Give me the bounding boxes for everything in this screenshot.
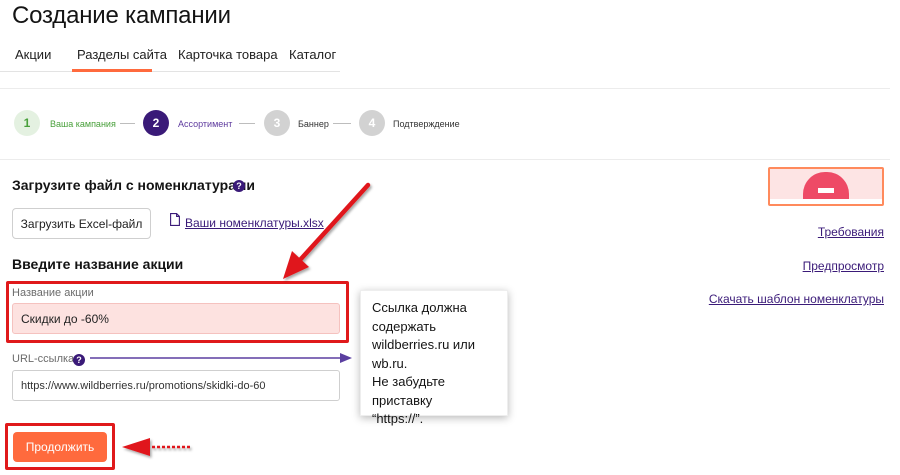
step-2-label: Ассортимент <box>178 119 233 129</box>
active-tab-indicator <box>72 69 152 72</box>
step-3-label: Баннер <box>298 119 329 129</box>
tooltip-line: “https://”. <box>372 411 424 426</box>
file-icon <box>170 213 180 226</box>
step-1-label: Ваша кампания <box>50 119 116 129</box>
tab-catalog[interactable]: Каталог <box>289 47 336 62</box>
promo-section-title: Введите название акции <box>12 256 184 272</box>
step-1-circle: 1 <box>14 110 40 136</box>
upload-excel-button[interactable]: Загрузить Excel-файл <box>12 208 151 239</box>
banner-strip <box>770 199 882 204</box>
tab-promotions[interactable]: Акции <box>15 47 51 62</box>
step-3-circle: 3 <box>264 110 290 136</box>
banner-preview-image <box>768 167 884 206</box>
tooltip-line: wildberries.ru или <box>372 337 476 352</box>
upload-section-title: Загрузите файл с номенклатурами <box>12 177 255 193</box>
step-connector <box>333 123 351 124</box>
promo-name-input[interactable]: Скидки до -60% <box>12 303 340 334</box>
nomenclature-file-link[interactable]: Ваши номенклатуры.xlsx <box>185 216 324 230</box>
preview-link[interactable]: Предпросмотр <box>803 259 884 273</box>
page-title: Создание кампании <box>12 2 231 29</box>
red-arrow-to-name-field <box>283 182 371 279</box>
red-arrow-to-continue-button <box>122 438 190 456</box>
step-4-circle: 4 <box>359 110 385 136</box>
promo-name-label: Название акции <box>12 287 94 299</box>
url-input[interactable]: https://www.wildberries.ru/promotions/sk… <box>12 370 340 401</box>
stepper: 1 Ваша кампания 2 Ассортимент 3 Баннер 4… <box>0 88 890 160</box>
tooltip-line: Ссылка должна <box>372 300 467 315</box>
banner-tag <box>818 188 834 193</box>
tab-bar: Акции Разделы сайта Карточка товара Ката… <box>0 42 340 72</box>
tooltip-line: wb.ru. <box>372 355 408 371</box>
requirements-link[interactable]: Требования <box>818 225 884 239</box>
tab-site-sections[interactable]: Разделы сайта <box>77 47 167 62</box>
help-icon[interactable]: ? <box>73 354 85 366</box>
help-icon[interactable]: ? <box>233 180 245 192</box>
step-connector <box>239 123 255 124</box>
tab-product-card[interactable]: Карточка товара <box>178 47 278 62</box>
url-hint-tooltip: Ссылка должна содержать wildberries.ru и… <box>360 290 508 426</box>
tooltip-line: содержать <box>372 318 437 334</box>
step-connector <box>120 123 135 124</box>
purple-arrow-to-tooltip <box>90 353 352 363</box>
step-2-circle: 2 <box>143 110 169 136</box>
download-template-link[interactable]: Скачать шаблон номенклатуры <box>709 292 884 306</box>
continue-button[interactable]: Продолжить <box>13 432 107 462</box>
tooltip-line: Не забудьте приставку <box>372 374 446 408</box>
url-label: URL-ссылка <box>12 353 75 365</box>
step-4-label: Подтверждение <box>393 119 460 129</box>
